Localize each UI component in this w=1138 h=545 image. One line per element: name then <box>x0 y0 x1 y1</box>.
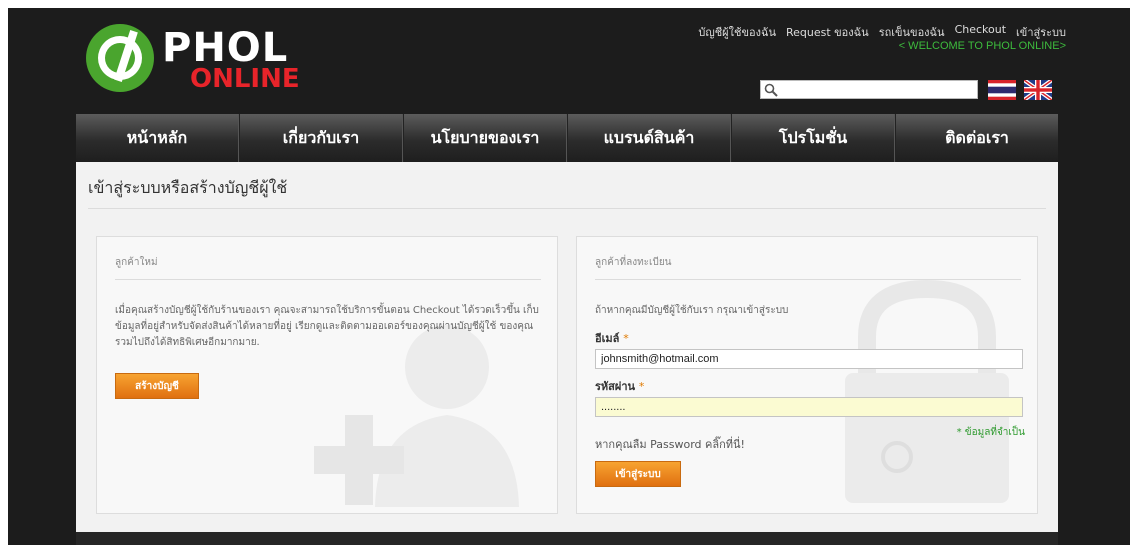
new-customer-heading: ลูกค้าใหม่ <box>115 257 158 268</box>
content-area: เข้าสู่ระบบหรือสร้างบัญชีผู้ใช้ ลูกค้าให… <box>76 162 1058 532</box>
nav-contact[interactable]: ติดต่อเรา <box>895 114 1058 162</box>
required-fields-note: * ข้อมูลที่จำเป็น <box>956 427 1025 438</box>
search-icon[interactable] <box>764 83 778 97</box>
password-label: รหัสผ่าน <box>595 380 636 393</box>
page-title: เข้าสู่ระบบหรือสร้างบัญชีผู้ใช้ <box>88 178 288 197</box>
password-field[interactable] <box>595 397 1023 417</box>
registered-customer-description: ถ้าหากคุณมีบัญชีผู้ใช้กับเรา กรุณาเข้าสู… <box>595 305 789 316</box>
thai-flag-icon[interactable] <box>988 80 1016 100</box>
nav-about[interactable]: เกี่ยวกับเรา <box>239 114 403 162</box>
logo-mark-icon <box>86 24 154 92</box>
footer-strip <box>76 532 1058 545</box>
top-links: บัญชีผู้ใช้ของฉัน Request ของฉัน รถเข็นข… <box>698 23 1066 41</box>
registered-customer-panel: ลูกค้าที่ลงทะเบียน ถ้าหากคุณมีบัญชีผู้ใช… <box>576 236 1038 514</box>
uk-flag-icon[interactable] <box>1024 80 1052 100</box>
nav-promotions[interactable]: โปรโมชั่น <box>731 114 895 162</box>
email-field[interactable] <box>595 349 1023 369</box>
new-customer-divider <box>115 279 541 280</box>
nav-policy[interactable]: นโยบายของเรา <box>403 114 567 162</box>
login-link[interactable]: เข้าสู่ระบบ <box>1016 23 1066 41</box>
forgot-password-link[interactable]: หากคุณลืม Password คลิ๊กที่นี่! <box>595 435 745 453</box>
main-nav: หน้าหลัก เกี่ยวกับเรา นโยบายของเรา แบรนด… <box>76 114 1058 162</box>
my-cart-link[interactable]: รถเข็นของฉัน <box>879 23 945 41</box>
email-label-row: อีเมล์ * <box>595 329 629 347</box>
page-frame: PHOL ONLINE บัญชีผู้ใช้ของฉัน Request ขอ… <box>8 8 1130 545</box>
password-required-mark: * <box>638 380 645 393</box>
padlock-watermark-icon <box>845 279 1009 503</box>
title-divider <box>88 208 1046 209</box>
login-button[interactable]: เข้าสู่ระบบ <box>595 461 681 487</box>
my-account-link[interactable]: บัญชีผู้ใช้ของฉัน <box>698 23 776 41</box>
phol-online-logo[interactable]: PHOL ONLINE <box>86 24 300 100</box>
logo-text-online: ONLINE <box>190 64 300 94</box>
nav-home[interactable]: หน้าหลัก <box>76 114 239 162</box>
new-customer-panel: ลูกค้าใหม่ เมื่อคุณสร้างบัญชีผู้ใช้กับร้… <box>96 236 558 514</box>
registered-customer-divider <box>595 279 1021 280</box>
search-input[interactable] <box>779 82 975 97</box>
email-required-mark: * <box>623 332 629 345</box>
checkout-link[interactable]: Checkout <box>955 23 1006 41</box>
nav-brands[interactable]: แบรนด์สินค้า <box>567 114 731 162</box>
password-label-row: รหัสผ่าน * <box>595 377 644 395</box>
create-account-button[interactable]: สร้างบัญชี <box>115 373 199 399</box>
email-label: อีเมล์ <box>595 332 620 345</box>
welcome-text: < WELCOME TO PHOL ONLINE> <box>898 40 1066 52</box>
my-request-link[interactable]: Request ของฉัน <box>786 23 869 41</box>
new-customer-description: เมื่อคุณสร้างบัญชีผู้ใช้กับร้านของเรา คุ… <box>115 305 539 348</box>
search-box[interactable] <box>760 80 978 99</box>
registered-customer-heading: ลูกค้าที่ลงทะเบียน <box>595 257 672 268</box>
